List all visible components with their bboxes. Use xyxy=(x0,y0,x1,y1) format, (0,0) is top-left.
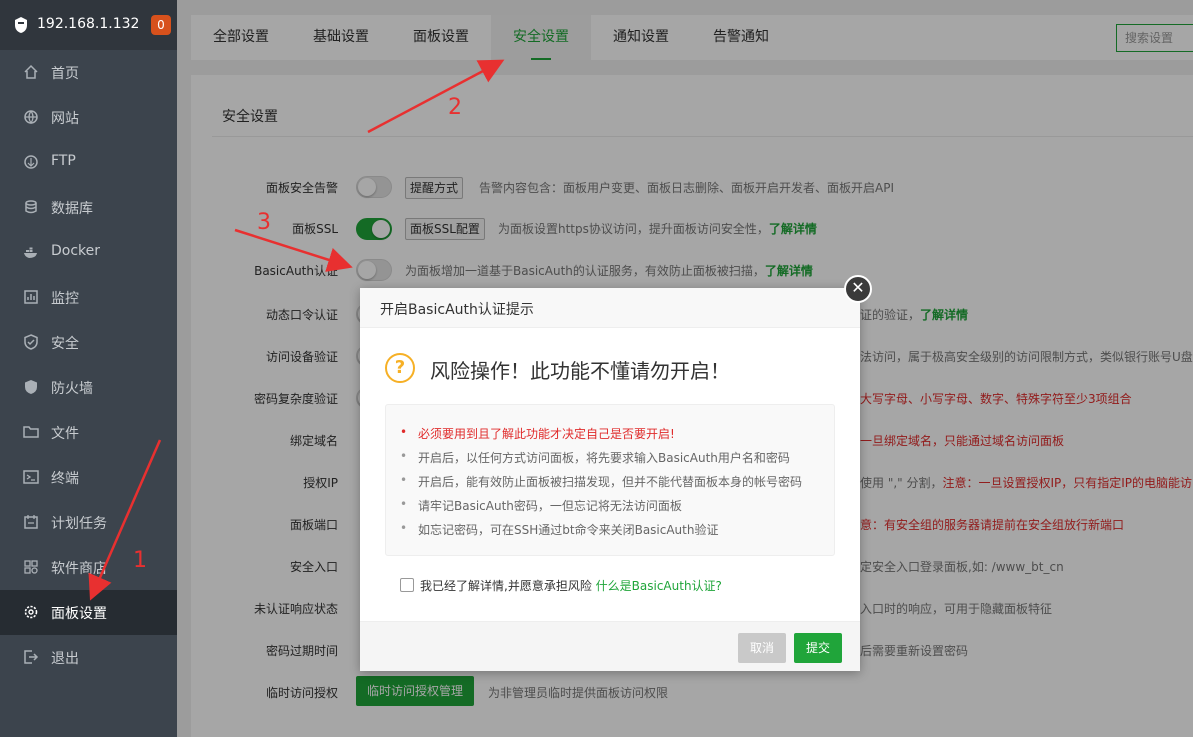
dialog-footer: 取消 提交 xyxy=(360,621,860,671)
agree-label: 我已经了解详情,并愿意承担风险 什么是BasicAuth认证? xyxy=(420,577,722,594)
sidebar-item-home[interactable]: 首页 xyxy=(0,50,177,95)
sidebar-item-label: 终端 xyxy=(51,471,79,487)
sidebar-item-ftp[interactable]: FTP xyxy=(0,140,177,185)
sidebar-item-security[interactable]: 安全 xyxy=(0,320,177,365)
sidebar-item-firewall[interactable]: 防火墙 xyxy=(0,365,177,410)
ftp-icon xyxy=(24,155,38,169)
list-item: 如忘记密码，可在SSH通过bt命令来关闭BasicAuth验证 xyxy=(400,521,719,538)
docker-icon xyxy=(24,247,37,258)
what-is-basicauth-link[interactable]: 什么是BasicAuth认证? xyxy=(596,579,722,593)
sidebar-item-panel-settings[interactable]: 面板设置 xyxy=(0,590,177,635)
sidebar-item-label: 网站 xyxy=(51,111,79,127)
note-text: 开启后，以任何方式访问面板，将先要求输入BasicAuth用户名和密码 xyxy=(418,451,790,465)
gear-icon xyxy=(24,605,38,619)
sidebar-item-label: 监控 xyxy=(51,291,79,307)
note-text: 如忘记密码，可在SSH通过bt命令来关闭BasicAuth验证 xyxy=(418,523,719,537)
sidebar-item-logout[interactable]: 退出 xyxy=(0,635,177,680)
shield-icon xyxy=(24,334,38,350)
dialog-notes: 必须要用到且了解此功能才决定自己是否要开启! 开启后，以任何方式访问面板，将先要… xyxy=(385,404,835,556)
note-text: 开启后，能有效防止面板被扫描发现，但并不能代替面板本身的帐号密码 xyxy=(418,475,803,489)
annotation-number: 2 xyxy=(448,95,462,120)
annotation-number: 3 xyxy=(257,210,271,235)
agree-checkbox[interactable] xyxy=(400,578,414,592)
logout-icon xyxy=(24,650,39,664)
sidebar-item-database[interactable]: 数据库 xyxy=(0,185,177,230)
list-item: 开启后，能有效防止面板被扫描发现，但并不能代替面板本身的帐号密码 xyxy=(400,473,803,490)
database-icon xyxy=(25,200,37,214)
terminal-icon xyxy=(23,470,39,484)
sidebar-item-cron[interactable]: 计划任务 xyxy=(0,500,177,545)
notification-badge[interactable]: 0 xyxy=(151,15,171,35)
sidebar-header: 192.168.1.132 0 xyxy=(0,0,177,50)
dialog-title: 开启BasicAuth认证提示 xyxy=(380,302,534,318)
bt-logo-icon xyxy=(15,17,27,33)
sidebar-item-terminal[interactable]: 终端 xyxy=(0,455,177,500)
sidebar-item-label: 安全 xyxy=(51,336,79,352)
sidebar-item-docker[interactable]: Docker xyxy=(0,230,177,275)
submit-button[interactable]: 提交 xyxy=(794,633,842,663)
sidebar-item-label: 首页 xyxy=(51,66,79,82)
sidebar-item-store[interactable]: 软件商店 xyxy=(0,545,177,590)
sidebar-item-label: 防火墙 xyxy=(51,381,93,397)
annotation-number: 1 xyxy=(133,548,147,573)
sidebar-item-files[interactable]: 文件 xyxy=(0,410,177,455)
sidebar-item-label: FTP xyxy=(51,153,76,169)
sidebar-item-label: 文件 xyxy=(51,426,79,442)
sidebar-item-label: 退出 xyxy=(51,651,79,667)
close-icon[interactable]: ✕ xyxy=(844,275,872,303)
sidebar: 192.168.1.132 0 首页 网站 FTP 数据库 Docker 监控 … xyxy=(0,0,177,737)
apps-icon xyxy=(24,560,38,574)
globe-icon xyxy=(24,110,38,125)
sidebar-item-label: 面板设置 xyxy=(51,606,107,622)
agree-label-text: 我已经了解详情,并愿意承担风险 xyxy=(420,579,592,593)
sidebar-item-monitor[interactable]: 监控 xyxy=(0,275,177,320)
dialog-header: 开启BasicAuth认证提示 xyxy=(360,288,860,328)
sidebar-item-website[interactable]: 网站 xyxy=(0,95,177,140)
note-text: 必须要用到且了解此功能才决定自己是否要开启! xyxy=(418,427,675,441)
question-icon: ? xyxy=(385,353,415,383)
list-item: 请牢记BasicAuth密码，一但忘记将无法访问面板 xyxy=(400,497,682,514)
sidebar-item-label: 数据库 xyxy=(51,201,93,217)
home-icon xyxy=(24,64,38,79)
monitor-icon xyxy=(24,290,38,304)
folder-icon xyxy=(23,426,39,438)
server-ip: 192.168.1.132 xyxy=(37,16,140,32)
list-item: 必须要用到且了解此功能才决定自己是否要开启! xyxy=(400,425,675,442)
note-text: 请牢记BasicAuth密码，一但忘记将无法访问面板 xyxy=(418,499,682,513)
dialog-warning: 风险操作！此功能不懂请勿开启！ xyxy=(430,359,730,383)
cancel-button[interactable]: 取消 xyxy=(738,633,786,663)
sidebar-item-label: 计划任务 xyxy=(51,516,107,532)
sidebar-item-label: Docker xyxy=(51,243,101,259)
sidebar-item-label: 软件商店 xyxy=(51,561,107,577)
basicauth-confirm-dialog: 开启BasicAuth认证提示 ? 风险操作！此功能不懂请勿开启！ 必须要用到且… xyxy=(360,288,860,671)
list-item: 开启后，以任何方式访问面板，将先要求输入BasicAuth用户名和密码 xyxy=(400,449,790,466)
calendar-icon xyxy=(24,515,38,529)
firewall-icon xyxy=(25,380,37,394)
